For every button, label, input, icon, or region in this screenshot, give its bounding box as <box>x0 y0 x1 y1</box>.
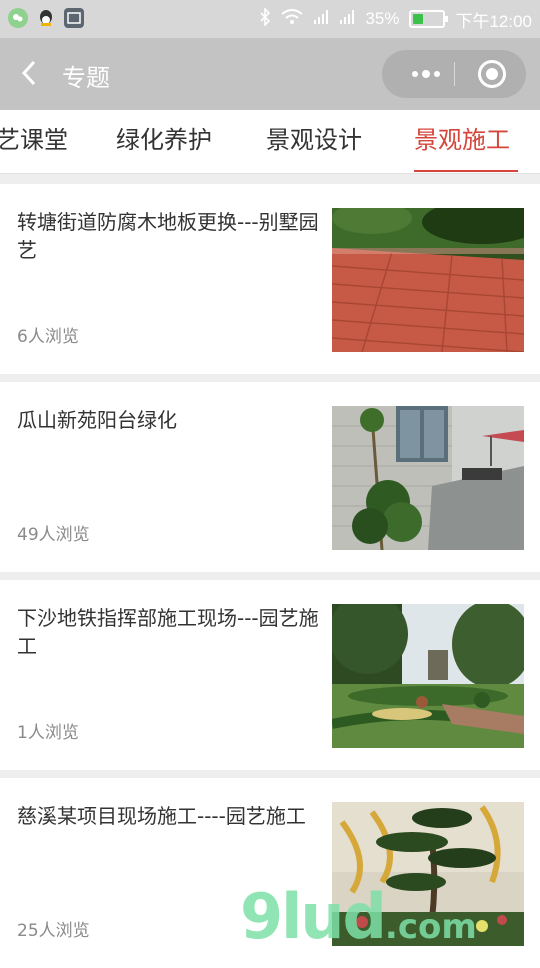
tab-art-class[interactable]: 艺课堂 <box>0 120 68 155</box>
article-card[interactable]: 转塘街道防腐木地板更换---别墅园艺 6人浏览 <box>0 184 540 374</box>
category-tabs: 艺课堂 绿化养护 景观设计 景观施工 <box>0 110 540 174</box>
notification-icons <box>8 8 84 28</box>
article-card[interactable]: 瓜山新苑阳台绿化 49人浏览 <box>0 382 540 572</box>
article-list: 转塘街道防腐木地板更换---别墅园艺 6人浏览 瓜山新苑阳台绿化 49人浏览 下… <box>0 174 540 968</box>
tab-landscape-design[interactable]: 景观设计 <box>266 120 362 155</box>
tab-greening-maintenance[interactable]: 绿化养护 <box>116 120 212 155</box>
view-count: 1人浏览 <box>17 723 79 743</box>
watermark-suffix: .com <box>384 907 477 947</box>
garden-hedge-photo <box>332 604 524 748</box>
article-card[interactable]: 下沙地铁指挥部施工现场---园艺施工 1人浏览 <box>0 580 540 770</box>
article-thumbnail[interactable] <box>332 208 524 352</box>
system-status: 35% 下午12:00 <box>259 6 532 31</box>
mini-program-capsule <box>382 50 526 98</box>
more-icon <box>412 71 418 77</box>
back-button[interactable] <box>18 58 44 88</box>
gallery-icon <box>64 8 84 28</box>
wechat-icon <box>8 8 28 28</box>
wooden-deck-photo <box>332 208 524 352</box>
article-thumbnail[interactable] <box>332 604 524 748</box>
article-title: 转塘街道防腐木地板更换---别墅园艺 <box>17 210 319 262</box>
battery-icon <box>409 10 449 28</box>
article-title: 慈溪某项目现场施工----园艺施工 <box>17 804 306 828</box>
site-watermark: 9lud.com <box>240 880 477 953</box>
wifi-icon <box>281 8 304 30</box>
watermark-main: 9lud <box>240 880 387 953</box>
active-tab-indicator <box>414 170 518 172</box>
more-button[interactable] <box>402 50 450 98</box>
view-count: 49人浏览 <box>17 525 90 545</box>
article-thumbnail[interactable] <box>332 406 524 550</box>
chevron-left-icon <box>21 60 36 86</box>
balcony-plant-photo <box>332 406 524 550</box>
navigation-bar: 专题 <box>0 38 540 110</box>
bluetooth-icon <box>259 6 271 31</box>
capsule-divider <box>454 62 455 86</box>
view-count: 6人浏览 <box>17 327 79 347</box>
status-bar: 35% 下午12:00 <box>0 0 540 38</box>
signal-icon-2 <box>339 9 355 30</box>
page-title: 专题 <box>62 64 110 92</box>
qq-icon <box>36 8 56 28</box>
view-count: 25人浏览 <box>17 921 90 941</box>
tab-landscape-construction[interactable]: 景观施工 <box>414 120 510 155</box>
close-mini-program-button[interactable] <box>478 60 506 88</box>
battery-percent: 35% <box>365 9 400 28</box>
clock: 下午12:00 <box>455 11 532 31</box>
signal-icon-1 <box>313 9 329 30</box>
article-title: 下沙地铁指挥部施工现场---园艺施工 <box>17 606 319 658</box>
article-title: 瓜山新苑阳台绿化 <box>17 408 177 432</box>
